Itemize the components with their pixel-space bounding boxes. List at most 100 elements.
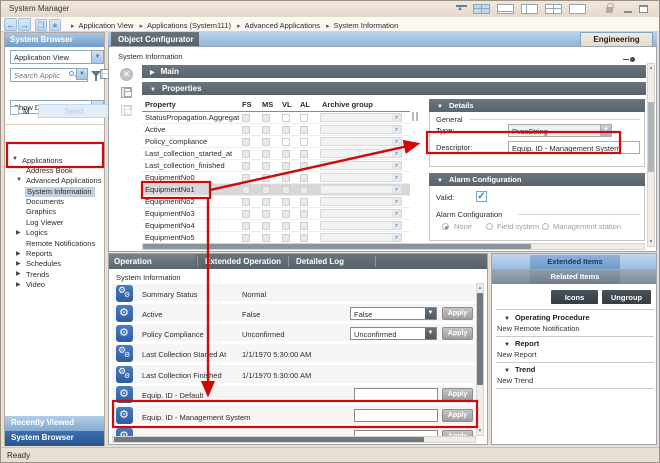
tab-detailed-log[interactable]: Detailed Log [291,254,351,269]
breadcrumb-item[interactable]: Advanced Applications [245,21,320,30]
vl-checkbox[interactable] [282,234,290,242]
property-row[interactable]: Policy_compliance ▼ [142,136,410,148]
system-browser-bar[interactable]: System Browser [5,431,104,446]
tree-item-address-book[interactable]: Address Book [5,165,104,175]
splitter-handle[interactable] [412,112,414,121]
details-header[interactable]: ▼Details [429,99,645,112]
tab-operation[interactable]: Operation [109,254,195,269]
archive-group-dropdown[interactable]: ▼ [320,185,402,194]
apply-button[interactable]: Apply [442,307,473,320]
property-row-selected[interactable]: EquipmentNo1 ▼ [142,184,410,196]
al-checkbox[interactable] [300,198,308,206]
property-row[interactable]: Active ▼ [142,124,410,136]
al-checkbox[interactable] [300,210,308,218]
archive-group-dropdown[interactable]: ▼ [320,113,402,122]
apply-button[interactable]: Apply [442,388,473,401]
save-icon[interactable] [121,87,132,98]
vl-checkbox[interactable] [282,162,290,170]
vl-checkbox[interactable] [282,174,290,182]
archive-group-dropdown[interactable]: ▼ [320,161,402,170]
radio-management-station[interactable] [542,223,549,230]
section-main-header[interactable]: ▶Main [142,65,646,78]
fs-checkbox[interactable] [242,150,250,158]
fs-checkbox[interactable] [242,234,250,242]
layout-single-icon[interactable] [569,4,586,14]
apply-button[interactable]: Apply [442,327,473,340]
layout-grid-icon[interactable] [473,4,490,14]
tree-item-system-information[interactable]: System Information [5,186,104,196]
tree-item-schedules[interactable]: ▶ Schedules [5,259,104,269]
scroll-up-icon[interactable]: ▲ [648,65,654,71]
tree-item-documents[interactable]: Documents [5,197,104,207]
al-checkbox[interactable] [300,162,308,170]
scroll-down-icon[interactable]: ▼ [648,239,654,245]
ms-checkbox[interactable] [262,198,270,206]
expand-arrow-icon[interactable]: ▶ [16,260,21,267]
active-dropdown[interactable]: False▼ [350,307,437,320]
layout-split-bottom-icon[interactable] [497,4,514,14]
scroll-down-icon[interactable]: ▼ [477,428,483,434]
property-row[interactable]: EquipmentNo3 ▼ [142,208,410,220]
fs-checkbox[interactable] [242,210,250,218]
send-button[interactable]: Send [38,104,110,118]
maximize-button[interactable] [639,5,648,13]
related-item[interactable]: New Trend [496,374,654,386]
group-header[interactable]: ▼Operating Procedure [496,313,654,322]
breadcrumb-item[interactable]: System Information [334,21,399,30]
equip-id-mgmt-input[interactable] [354,409,438,422]
tree-item-applications[interactable]: ▼ Applications [5,155,104,165]
scroll-up-icon[interactable]: ▲ [477,285,483,291]
scroll-thumb[interactable] [143,244,531,249]
fs-checkbox[interactable] [242,114,250,122]
property-row[interactable]: EquipmentNo0 ▼ [142,172,410,184]
tree-item-graphics[interactable]: Graphics [5,207,104,217]
property-row[interactable]: EquipmentNo4 ▼ [142,220,410,232]
ms-checkbox[interactable] [262,174,270,182]
property-row[interactable]: Last_collection_started_at ▼ [142,148,410,160]
vl-checkbox[interactable] [282,186,290,194]
al-checkbox[interactable] [300,186,308,194]
favorites-button[interactable]: ★ [49,19,61,31]
archive-group-dropdown[interactable]: ▼ [320,149,402,158]
fs-checkbox[interactable] [242,174,250,182]
archive-group-dropdown[interactable]: ▼ [320,173,402,182]
configurator-vscrollbar[interactable]: ▲ ▼ [647,63,655,247]
policy-compliance-dropdown[interactable]: Unconfirmed▼ [350,327,437,340]
al-checkbox[interactable] [300,222,308,230]
archive-group-dropdown[interactable]: ▼ [320,221,402,230]
ms-checkbox[interactable] [262,210,270,218]
apply-button[interactable]: Apply [442,409,473,422]
vl-checkbox[interactable] [282,222,290,230]
ms-checkbox[interactable] [262,138,270,146]
tab-object-configurator[interactable]: Object Configurator [111,32,199,46]
radio-field-system[interactable] [486,223,493,230]
view-mode-dropdown[interactable]: Application View ▼ [10,50,104,64]
ms-checkbox[interactable] [262,186,270,194]
tab-related-items[interactable]: Related Items [530,270,620,284]
al-checkbox[interactable] [300,114,308,122]
tab-extended-operation[interactable]: Extended Operation [200,254,286,269]
al-checkbox[interactable] [300,150,308,158]
al-checkbox[interactable] [300,126,308,134]
layout-split-left-icon[interactable] [521,4,538,14]
ms-checkbox[interactable] [262,162,270,170]
pin-dot-icon[interactable] [630,57,635,62]
al-checkbox[interactable] [300,234,308,242]
vl-checkbox[interactable] [282,126,290,134]
breadcrumb-item[interactable]: Applications (System111) [147,21,231,30]
ms-checkbox[interactable] [262,234,270,242]
property-row[interactable]: EquipmentNo2 ▼ [142,196,410,208]
ms-checkbox[interactable] [262,114,270,122]
history-button[interactable]: ❐ [35,19,47,31]
tree-item-reports[interactable]: ▶ Reports [5,249,104,259]
collapse-arrow-icon[interactable]: ▼ [16,177,22,183]
fs-checkbox[interactable] [242,186,250,194]
radio-none[interactable] [442,223,449,230]
configurator-hscrollbar[interactable] [142,243,645,250]
equip-id-default-input[interactable] [354,388,438,401]
al-checkbox[interactable] [300,174,308,182]
archive-group-dropdown[interactable]: ▼ [320,197,402,206]
save-all-icon[interactable] [121,105,132,116]
ms-checkbox[interactable] [262,222,270,230]
type-dropdown[interactable]: PvssString ▼ [508,124,612,137]
